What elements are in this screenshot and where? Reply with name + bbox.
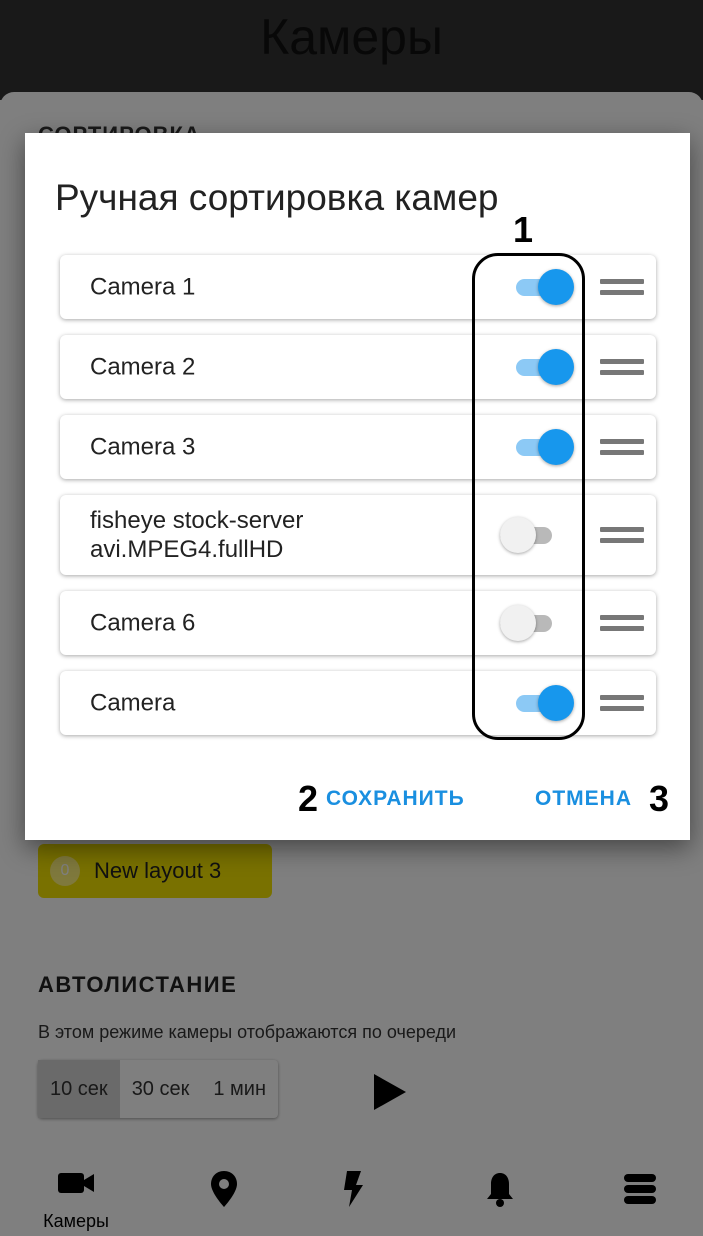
drag-handle-icon[interactable] [600, 277, 644, 297]
camera-name: Camera 2 [90, 353, 196, 381]
camera-name: Camera 1 [90, 273, 196, 301]
drag-handle-icon[interactable] [600, 357, 644, 377]
drag-handle-icon[interactable] [600, 613, 644, 633]
save-button[interactable]: СОХРАНИТЬ [326, 787, 465, 811]
annotation-1: 1 [513, 209, 534, 250]
cancel-button[interactable]: ОТМЕНА [535, 787, 632, 811]
dialog-title: Ручная сортировка камер [55, 177, 499, 218]
drag-handle-icon[interactable] [600, 525, 644, 545]
camera-name: Camera 6 [90, 609, 196, 637]
camera-name: Camera 3 [90, 433, 196, 461]
drag-handle-icon[interactable] [600, 437, 644, 457]
manual-sort-dialog: Ручная сортировка камер Camera 1 Camera 2… [25, 133, 690, 840]
annotation-2: 2 [298, 778, 319, 819]
toggles-annotation-frame [472, 253, 585, 740]
annotation-3: 3 [649, 778, 670, 819]
camera-name: fisheye stock-server avi.MPEG4.fullHD [90, 507, 304, 563]
drag-handle-icon[interactable] [600, 693, 644, 713]
camera-name: Camera [90, 689, 176, 717]
